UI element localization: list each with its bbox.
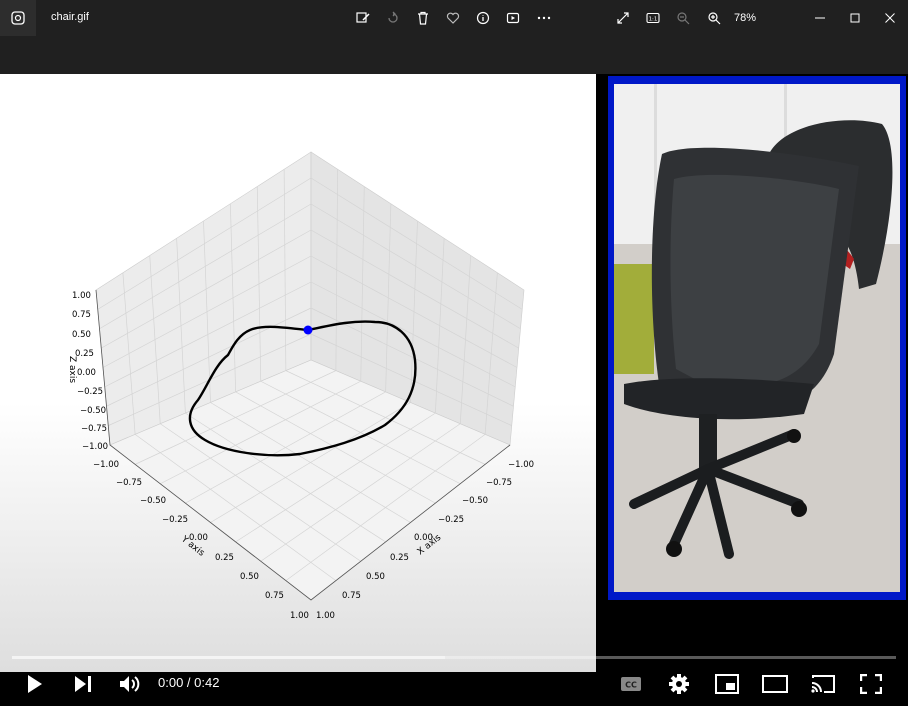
- miniplayer-button[interactable]: [713, 670, 741, 698]
- z-axis-label: Z axis: [67, 356, 77, 383]
- cast-icon: [811, 675, 835, 693]
- plot-svg: 1.00 0.75 0.50 0.25 0.00 −0.25 −0.50 −0.…: [67, 151, 534, 621]
- minimize-icon[interactable]: [810, 8, 830, 28]
- z-tick-label: 1.00: [72, 291, 91, 301]
- x-tick-label: 0.75: [342, 591, 361, 601]
- theater-mode-button[interactable]: [761, 670, 789, 698]
- info-icon[interactable]: [473, 8, 493, 28]
- chair-photo: [614, 84, 900, 592]
- z-tick-label: −0.75: [81, 424, 107, 434]
- z-tick-label: 0.50: [72, 330, 91, 340]
- x-tick-label: −0.25: [438, 515, 464, 525]
- z-tick-label: 0.75: [72, 310, 91, 320]
- time-display: 0:00 / 0:42: [158, 675, 220, 690]
- photos-app-icon[interactable]: [0, 0, 36, 36]
- y-tick-label: 0.75: [265, 591, 284, 601]
- current-position-marker: [303, 325, 313, 335]
- camera-frame: [608, 76, 906, 600]
- z-tick-label: −1.00: [82, 442, 108, 452]
- full-screen-icon[interactable]: [613, 8, 633, 28]
- zoom-level: 78%: [734, 12, 757, 24]
- next-icon: [75, 676, 91, 692]
- favorite-icon[interactable]: [443, 8, 463, 28]
- settings-icon: [669, 674, 689, 694]
- svg-text:1:1: 1:1: [649, 17, 658, 23]
- progress-bar[interactable]: [12, 656, 896, 659]
- more-icon[interactable]: [534, 8, 554, 28]
- progress-loaded: [12, 656, 446, 659]
- y-tick-label: 0.50: [240, 572, 259, 582]
- theater-icon: [762, 675, 788, 693]
- y-tick-label: 0.25: [215, 553, 234, 563]
- settings-button[interactable]: [666, 670, 692, 698]
- cast-button[interactable]: [809, 670, 837, 698]
- y-tick-label: −0.50: [140, 496, 166, 506]
- close-icon[interactable]: [880, 8, 900, 28]
- x-tick-label: 0.50: [366, 572, 385, 582]
- slideshow-icon[interactable]: [503, 8, 523, 28]
- delete-icon[interactable]: [413, 8, 433, 28]
- actual-size-icon[interactable]: 1:1: [643, 8, 663, 28]
- miniplayer-icon: [715, 674, 739, 694]
- window-title: chair.gif: [51, 11, 89, 23]
- y-tick-label: −0.75: [116, 478, 142, 488]
- play-button[interactable]: [22, 670, 48, 698]
- office-chair-illustration: [614, 84, 900, 592]
- x-tick-label: 1.00: [316, 611, 335, 621]
- z-tick-label: −0.25: [77, 387, 103, 397]
- toolbar-strip: [0, 36, 908, 74]
- maximize-icon[interactable]: [845, 8, 865, 28]
- title-bar: chair.gif 1:1 78%: [0, 0, 908, 36]
- x-tick-label: −1.00: [508, 460, 534, 470]
- trajectory-plot: 1.00 0.75 0.50 0.25 0.00 −0.25 −0.50 −0.…: [0, 74, 596, 672]
- y-tick-label: −0.25: [162, 515, 188, 525]
- volume-icon: [120, 676, 140, 692]
- rotate-icon[interactable]: [383, 8, 403, 28]
- fullscreen-button[interactable]: [858, 670, 884, 698]
- volume-button[interactable]: [116, 670, 144, 698]
- z-tick-label: −0.50: [80, 406, 106, 416]
- captions-icon: CC: [621, 677, 641, 691]
- zoom-out-icon[interactable]: [673, 8, 693, 28]
- svg-text:CC: CC: [625, 681, 637, 690]
- z-tick-label: 0.00: [77, 368, 96, 378]
- y-tick-label: 1.00: [290, 611, 309, 621]
- x-tick-label: 0.25: [390, 553, 409, 563]
- image-canvas: 1.00 0.75 0.50 0.25 0.00 −0.25 −0.50 −0.…: [0, 74, 908, 706]
- x-tick-label: −0.50: [462, 496, 488, 506]
- captions-button[interactable]: CC: [618, 670, 644, 698]
- y-tick-label: −1.00: [93, 460, 119, 470]
- next-button[interactable]: [70, 670, 96, 698]
- fullscreen-icon: [860, 674, 882, 694]
- edit-image-icon[interactable]: [353, 8, 373, 28]
- zoom-in-icon[interactable]: [704, 8, 724, 28]
- x-tick-label: −0.75: [486, 478, 512, 488]
- play-icon: [28, 675, 42, 693]
